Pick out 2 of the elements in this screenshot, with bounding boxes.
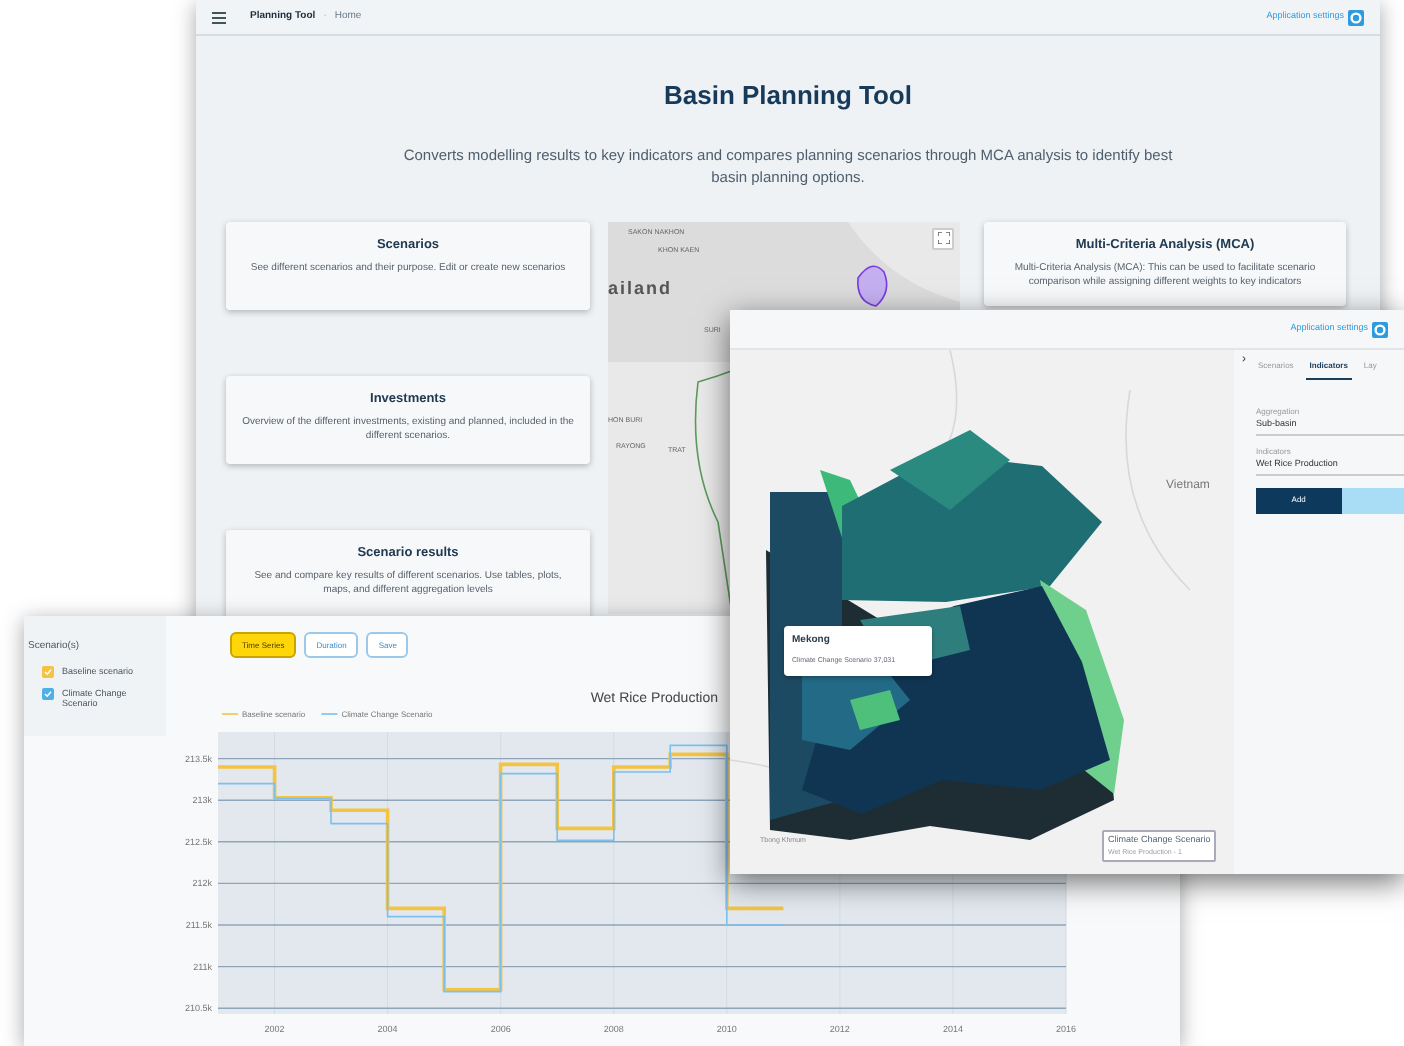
map-label: ailand xyxy=(608,275,673,301)
page-title: Basin Planning Tool xyxy=(662,78,914,114)
